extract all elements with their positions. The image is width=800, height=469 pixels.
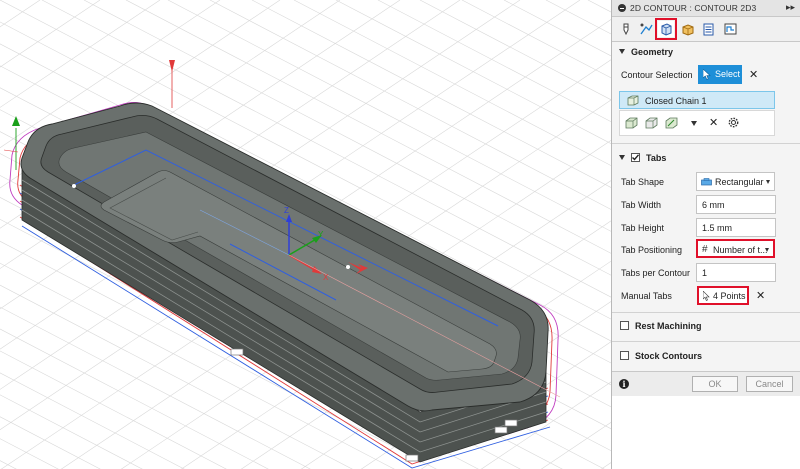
clear-manual-tabs-icon[interactable]: ✕: [756, 289, 765, 302]
dialog-titlebar: 2D CONTOUR : CONTOUR 2D3 ▸▸: [612, 0, 800, 17]
tabs-heading: Tabs: [646, 153, 667, 163]
section-divider: [612, 341, 800, 342]
number-sign-icon: #: [702, 244, 708, 255]
stock-contours-checkbox[interactable]: [620, 351, 629, 360]
collapse-triangle-icon: [619, 49, 625, 54]
collapse-triangle-icon: [619, 155, 625, 160]
collapse-icon[interactable]: [618, 4, 626, 12]
tabs-section-header[interactable]: Tabs: [612, 149, 800, 167]
tool-tab-icon[interactable]: [618, 21, 634, 37]
chevron-down-icon: [765, 248, 769, 252]
chain-tools-bar: ✕: [619, 110, 775, 136]
operation-tabbar: [612, 17, 800, 42]
part-body: [20, 102, 549, 463]
clear-selection-icon[interactable]: ✕: [749, 68, 758, 81]
chain-item-label: Closed Chain 1: [645, 96, 707, 106]
manual-tabs-label: Manual Tabs: [621, 291, 672, 301]
cursor-icon: [703, 291, 710, 301]
chain-option-3-icon[interactable]: [665, 117, 678, 129]
chain-options-dropdown-icon[interactable]: [691, 121, 697, 126]
select-button[interactable]: Select: [698, 65, 742, 84]
section-divider: [612, 143, 800, 144]
tab-height-label: Tab Height: [621, 223, 665, 233]
info-icon[interactable]: i: [619, 379, 629, 389]
tab-height-input[interactable]: 1.5 mm: [696, 218, 776, 237]
stock-contours-heading: Stock Contours: [635, 351, 703, 361]
panel-blank-area: [612, 396, 800, 469]
tabs-per-contour-label: Tabs per Contour: [621, 268, 691, 278]
axis-x-label: X: [323, 273, 329, 282]
tabs-enable-checkbox[interactable]: [631, 153, 640, 162]
gear-icon[interactable]: [727, 116, 740, 129]
viewport-canvas: Z X Y: [0, 0, 611, 469]
rest-machining-heading: Rest Machining: [635, 321, 702, 331]
select-button-label: Select: [715, 69, 741, 79]
section-divider: [612, 312, 800, 313]
chain-icon: [627, 95, 639, 106]
tab-shape-label: Tab Shape: [621, 177, 665, 187]
contour-dialog: 2D CONTOUR : CONTOUR 2D3 ▸▸ Geometry Con…: [611, 0, 800, 469]
3d-viewport[interactable]: Z X Y: [0, 0, 611, 469]
tab-positioning-value: Number of t...: [713, 245, 768, 255]
chain-option-2-icon[interactable]: [645, 117, 658, 129]
geometry-section-header[interactable]: Geometry: [612, 43, 800, 61]
geometry-heading: Geometry: [631, 47, 674, 57]
rectangular-tab-icon: [701, 178, 712, 186]
dialog-footer: i OK Cancel: [612, 371, 800, 396]
tab-shape-dropdown[interactable]: Rectangular: [696, 172, 775, 191]
tab-width-input[interactable]: 6 mm: [696, 195, 776, 214]
axis-y-label: Y: [318, 230, 324, 239]
stock-contours-section[interactable]: Stock Contours: [612, 347, 800, 365]
tabs-per-contour-input[interactable]: 1: [696, 263, 776, 282]
expand-icon[interactable]: ▸▸: [786, 2, 795, 13]
chevron-down-icon: [766, 180, 770, 184]
tab-positioning-label: Tab Positioning: [621, 245, 683, 255]
rest-machining-checkbox[interactable]: [620, 321, 629, 330]
tab-positioning-dropdown[interactable]: # Number of t...: [696, 239, 775, 258]
remove-chain-icon[interactable]: ✕: [709, 116, 718, 129]
tab-shape-value: Rectangular: [715, 177, 764, 187]
ok-button[interactable]: OK: [692, 376, 738, 392]
cancel-button[interactable]: Cancel: [746, 376, 793, 392]
manual-tabs-button[interactable]: 4 Points: [697, 286, 749, 305]
tool-holder-tab-icon[interactable]: [638, 21, 654, 37]
check-icon: [632, 154, 640, 161]
passes-tab-icon[interactable]: [700, 21, 716, 37]
axis-z-label: Z: [284, 206, 289, 215]
tab-width-label: Tab Width: [621, 200, 662, 210]
cursor-icon: [703, 69, 711, 80]
manual-tabs-value: 4 Points: [713, 291, 746, 301]
chain-option-1-icon[interactable]: [625, 117, 638, 129]
rest-machining-section[interactable]: Rest Machining: [612, 317, 800, 335]
linking-tab-icon[interactable]: [722, 21, 738, 37]
chain-list-item[interactable]: Closed Chain 1: [619, 91, 775, 109]
heights-tab-icon[interactable]: [680, 21, 696, 37]
geometry-tab-icon[interactable]: [655, 18, 677, 40]
dialog-title: 2D CONTOUR : CONTOUR 2D3: [630, 3, 757, 13]
contour-selection-label: Contour Selection: [621, 70, 693, 80]
